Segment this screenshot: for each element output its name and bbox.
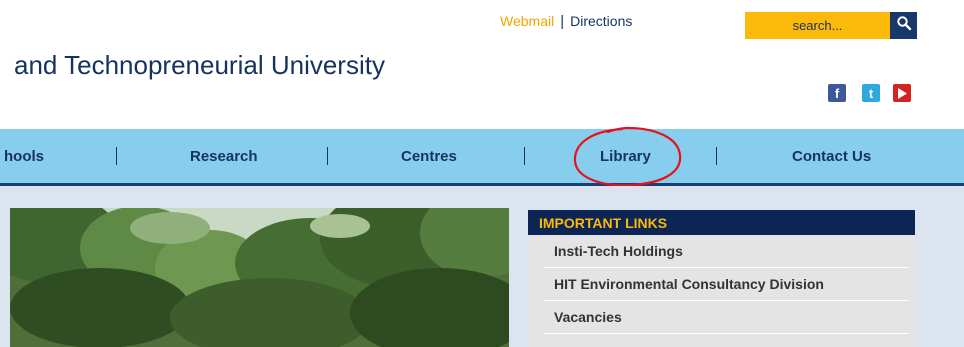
link-vacancies[interactable]: Vacancies [544, 301, 909, 334]
main-nav: hools Research Centres Library Contact U… [0, 129, 964, 186]
campus-photo [10, 208, 509, 347]
link-insti-tech-holdings[interactable]: Insti-Tech Holdings [544, 235, 909, 268]
important-links-header: IMPORTANT LINKS [528, 210, 915, 235]
nav-separator [327, 147, 328, 165]
webmail-link[interactable]: Webmail [500, 13, 554, 29]
top-links-separator: | [560, 12, 565, 30]
directions-link[interactable]: Directions [570, 13, 632, 29]
nav-item-contact-us[interactable]: Contact Us [792, 129, 871, 183]
search-button[interactable] [890, 12, 917, 39]
search-input[interactable] [745, 12, 890, 39]
twitter-icon[interactable]: t [862, 84, 880, 102]
nav-item-schools[interactable]: hools [4, 129, 44, 183]
link-hit-environmental-consultancy[interactable]: HIT Environmental Consultancy Division [544, 268, 909, 301]
search-box [745, 12, 917, 39]
nav-separator [716, 147, 717, 165]
youtube-icon[interactable] [893, 84, 911, 102]
site-title: and Technopreneurial University [14, 50, 385, 80]
nav-separator [524, 147, 525, 165]
search-icon [896, 15, 912, 36]
facebook-icon[interactable]: f [828, 84, 846, 102]
important-links-panel: IMPORTANT LINKS Insti-Tech Holdings HIT … [528, 210, 915, 347]
nav-item-research[interactable]: Research [190, 129, 258, 183]
nav-item-centres[interactable]: Centres [401, 129, 457, 183]
nav-item-library[interactable]: Library [600, 129, 651, 183]
top-links: Webmail | Directions [500, 12, 632, 30]
nav-separator [116, 147, 117, 165]
